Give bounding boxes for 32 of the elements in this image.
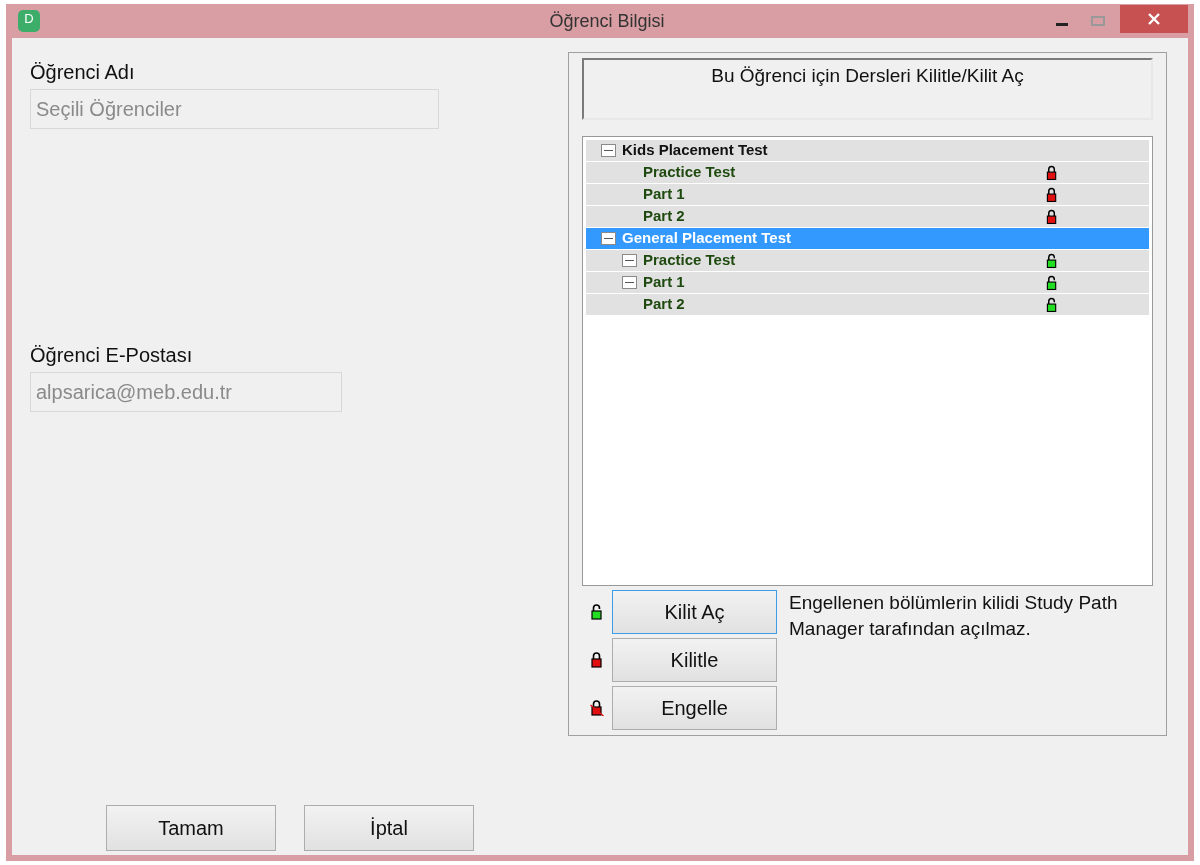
window-title: Öğrenci Bilgisi: [548, 9, 666, 33]
tree-item-label: General Placement Test: [622, 228, 791, 249]
close-button[interactable]: [1120, 5, 1188, 33]
dialog-button[interactable]: Tamam: [106, 805, 276, 851]
action-button[interactable]: Kilit Aç: [612, 590, 777, 634]
tree-item-label: Part 2: [643, 294, 685, 315]
close-icon: [1147, 12, 1161, 26]
tree-row[interactable]: Kids Placement Test: [586, 140, 1149, 161]
field-label: Öğrenci E-Postası: [30, 343, 194, 367]
collapse-icon[interactable]: [622, 276, 637, 289]
app-icon: D: [18, 10, 40, 32]
tree-item-label: Practice Test: [643, 250, 736, 271]
tree-item-label: Part 1: [643, 184, 685, 205]
blocking-note: Engellenen bölümlerin kilidi Study Path Manager tarafından açılmaz.: [789, 591, 1119, 641]
tree-row[interactable]: Part 1: [586, 272, 1149, 293]
tree-row[interactable]: Part 1: [586, 184, 1149, 205]
collapse-icon[interactable]: [622, 254, 637, 267]
panel-title: Bu Öğrenci için Dersleri Kilitle/Kilit Aç: [711, 64, 1024, 88]
action-button[interactable]: Engelle: [612, 686, 777, 730]
tree-item-label: Part 2: [643, 206, 685, 227]
tree-row[interactable]: Practice Test: [586, 162, 1149, 183]
tree-item-label: Kids Placement Test: [622, 140, 768, 161]
dialog-button[interactable]: İptal: [304, 805, 474, 851]
collapse-icon[interactable]: [601, 232, 616, 245]
collapse-icon[interactable]: [601, 144, 616, 157]
tree-item-label: Part 1: [643, 272, 685, 293]
tree-row[interactable]: Part 2: [586, 206, 1149, 227]
action-button[interactable]: Kilitle: [612, 638, 777, 682]
tree-row[interactable]: Practice Test: [586, 250, 1149, 271]
field-label: Öğrenci Adı: [30, 60, 136, 84]
tree-item-label: Practice Test: [643, 162, 736, 183]
tree-row[interactable]: Part 2: [586, 294, 1149, 315]
